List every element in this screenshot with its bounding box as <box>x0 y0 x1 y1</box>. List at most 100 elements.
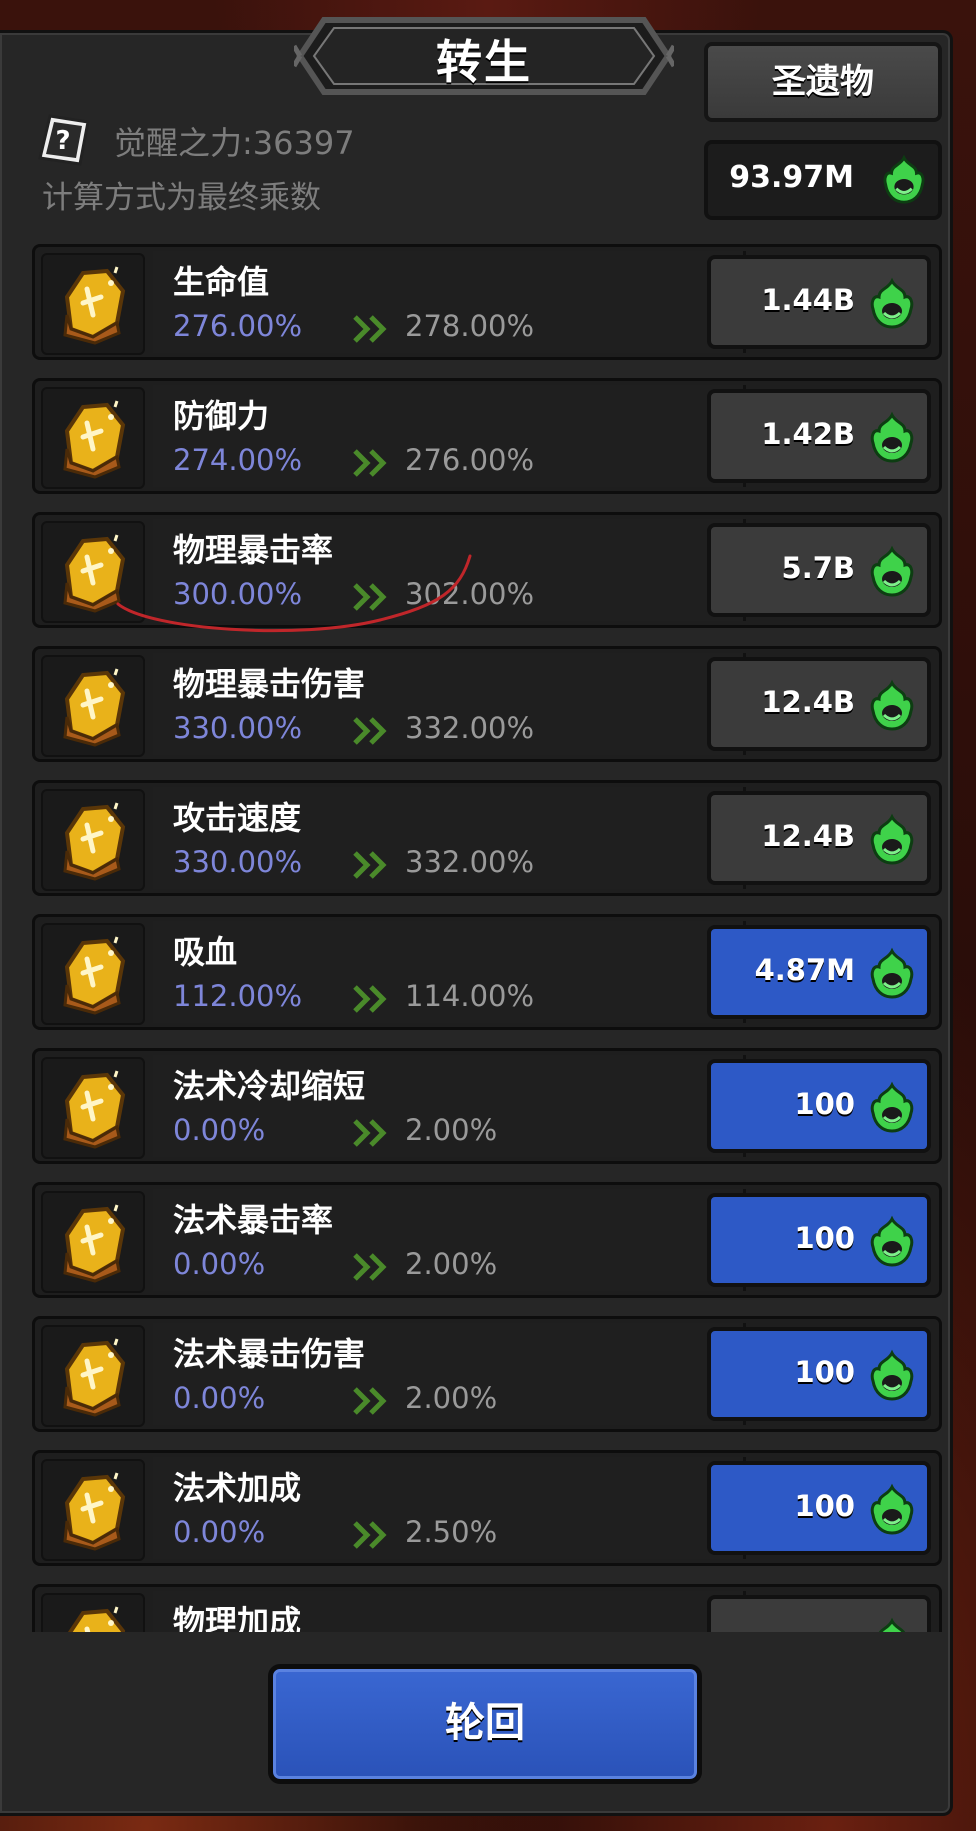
rune-stone-icon <box>63 266 126 345</box>
page-title: 转生 <box>436 35 532 89</box>
rune-stone-icon <box>63 936 126 1015</box>
stat-current-value: 0.00% <box>173 1381 266 1415</box>
cost-value: 100 <box>794 1221 855 1255</box>
stat-name: 法术冷却缩短 <box>173 1067 366 1105</box>
upgrade-cost-button[interactable]: 1.44B <box>707 255 931 349</box>
double-chevron-right-icon <box>353 851 387 879</box>
upgrade-cost-button[interactable]: 100 <box>707 1327 931 1421</box>
row-icon-frame <box>41 1459 145 1561</box>
stat-name: 吸血 <box>173 933 238 971</box>
cost-value: 12.4B <box>761 685 855 719</box>
upgrade-cost-button[interactable]: 100 <box>707 1461 931 1555</box>
green-flame-icon <box>870 545 914 597</box>
upgrade-cost-button[interactable]: 100 <box>707 1193 931 1287</box>
upgrade-row: 法术冷却缩短 0.00% 2.00% 100 <box>32 1048 942 1164</box>
rune-stone-icon <box>63 668 126 747</box>
double-chevron-right-icon <box>353 1387 387 1415</box>
arrow-container <box>351 1385 391 1417</box>
currency-display: 93.97M <box>704 140 942 220</box>
stat-current-value: 276.00% <box>173 309 303 343</box>
cost-value: 100 <box>794 1087 855 1121</box>
upgrade-row: 法术暴击率 0.00% 2.00% 100 <box>32 1182 942 1298</box>
upgrade-row: 攻击速度 330.00% 332.00% 12.4B <box>32 780 942 896</box>
arrow-container <box>351 983 391 1015</box>
rune-stone-icon <box>63 534 126 613</box>
double-chevron-right-icon <box>353 449 387 477</box>
upgrade-cost-button[interactable]: 12.4B <box>707 791 931 885</box>
stat-current-value: 330.00% <box>173 845 303 879</box>
cost-value: 5.7B <box>781 551 855 585</box>
double-chevron-right-icon <box>353 1253 387 1281</box>
upgrade-cost-button[interactable]: 100 <box>707 1059 931 1153</box>
stat-next-value: 332.00% <box>405 711 535 745</box>
upgrade-cost-button[interactable]: 12.4B <box>707 657 931 751</box>
stat-name: 物理暴击伤害 <box>173 665 366 703</box>
row-icon-frame <box>41 1593 145 1632</box>
green-flame-icon <box>870 411 914 463</box>
green-flame-icon <box>870 1215 914 1267</box>
stat-next-value: 2.50% <box>405 1515 498 1549</box>
double-chevron-right-icon <box>353 717 387 745</box>
stat-current-value: 300.00% <box>173 577 303 611</box>
upgrade-cost-button[interactable] <box>707 1595 931 1632</box>
rune-stone-icon <box>63 1472 126 1551</box>
rune-stone-icon <box>63 802 126 881</box>
stat-name: 防御力 <box>173 397 270 435</box>
calculation-note: 计算方式为最终乘数 <box>42 180 321 216</box>
cost-value: 4.87M <box>754 953 855 987</box>
rune-stone-icon <box>63 1070 126 1149</box>
upgrade-row: 物理暴击伤害 330.00% 332.00% 12.4B <box>32 646 942 762</box>
row-icon-frame <box>41 655 145 757</box>
stat-next-value: 114.00% <box>405 979 535 1013</box>
stat-name: 物理暴击率 <box>173 531 334 569</box>
stat-name: 法术暴击伤害 <box>173 1335 366 1373</box>
arrow-container <box>351 715 391 747</box>
double-chevron-right-icon <box>353 315 387 343</box>
green-flame-icon <box>870 947 914 999</box>
double-chevron-right-icon <box>353 1521 387 1549</box>
relic-button[interactable]: 圣遗物 <box>704 42 942 122</box>
arrow-container <box>351 313 391 345</box>
title-banner: 转生 <box>294 6 674 106</box>
stat-current-value: 112.00% <box>173 979 303 1013</box>
arrow-container <box>351 849 391 881</box>
stat-next-value: 302.00% <box>405 577 535 611</box>
stat-current-value: 0.00% <box>173 1113 266 1147</box>
stat-current-value: 0.00% <box>173 1247 266 1281</box>
upgrade-row: 物理加成 <box>32 1584 942 1632</box>
green-flame-icon <box>870 813 914 865</box>
stat-next-value: 332.00% <box>405 845 535 879</box>
row-icon-frame <box>41 1057 145 1159</box>
stat-name: 物理加成 <box>173 1603 302 1632</box>
upgrade-cost-button[interactable]: 5.7B <box>707 523 931 617</box>
rune-stone-icon <box>63 1204 126 1283</box>
row-icon-frame <box>41 789 145 891</box>
upgrade-cost-button[interactable]: 4.87M <box>707 925 931 1019</box>
stat-next-value: 278.00% <box>405 309 535 343</box>
double-chevron-right-icon <box>353 583 387 611</box>
green-flame-icon <box>883 154 925 204</box>
double-chevron-right-icon <box>353 1119 387 1147</box>
rune-stone-icon <box>67 1606 126 1632</box>
upgrade-cost-button[interactable]: 1.42B <box>707 389 931 483</box>
stat-next-value: 276.00% <box>405 443 535 477</box>
row-icon-frame <box>41 1325 145 1427</box>
question-mark-icon[interactable]: ? <box>36 112 92 168</box>
cost-value: 100 <box>794 1489 855 1523</box>
upgrade-row: 物理暴击率 300.00% 302.00% 5.7B <box>32 512 942 628</box>
stat-current-value: 274.00% <box>173 443 303 477</box>
green-flame-icon <box>870 1081 914 1133</box>
upgrade-list[interactable]: 生命值 276.00% 278.00% 1.44B 防御力 274.00% 276.00% 1… <box>0 240 950 1632</box>
row-icon-frame <box>41 253 145 355</box>
row-icon-frame <box>41 1191 145 1293</box>
stat-next-value: 2.00% <box>405 1381 498 1415</box>
green-flame-icon <box>870 1483 914 1535</box>
double-chevron-right-icon <box>353 985 387 1013</box>
reincarnate-button[interactable]: 轮回 <box>268 1664 702 1784</box>
stat-name: 生命值 <box>173 263 270 301</box>
arrow-container <box>351 581 391 613</box>
green-flame-icon <box>870 679 914 731</box>
stat-current-value: 0.00% <box>173 1515 266 1549</box>
arrow-container <box>351 447 391 479</box>
row-icon-frame <box>41 387 145 489</box>
